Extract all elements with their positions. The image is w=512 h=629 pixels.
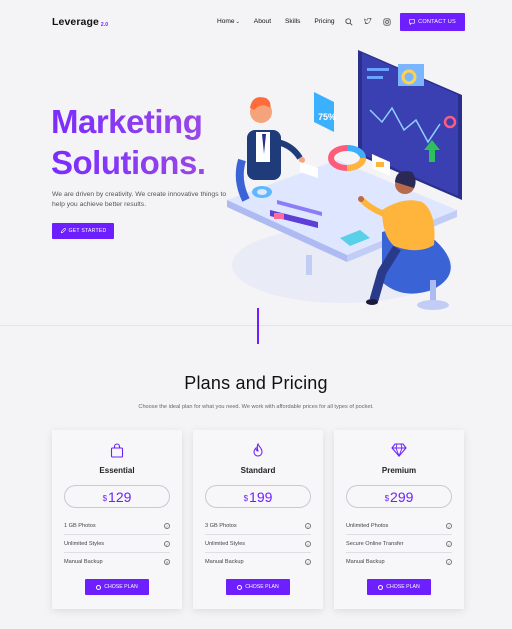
feature-row: Secure Online Transfer ✓ xyxy=(346,535,452,553)
diamond-icon xyxy=(391,443,407,457)
instagram-icon[interactable] xyxy=(382,17,391,26)
price-amount: 129 xyxy=(108,488,132,505)
circle-icon xyxy=(96,584,102,590)
plan-name: Premium xyxy=(381,466,417,475)
circle-icon xyxy=(237,584,243,590)
feature-label: Manual Backup xyxy=(64,559,103,565)
get-started-button[interactable]: GET STARTED xyxy=(52,223,114,239)
pricing-title: Plans and Pricing xyxy=(184,373,328,393)
feature-row: 3 GB Photos ✓ xyxy=(205,517,311,535)
chose-plan-label: CHOSE PLAN xyxy=(245,584,279,590)
search-icon[interactable] xyxy=(344,17,353,26)
hero-description: We are driven by creativity. We create i… xyxy=(52,191,227,208)
check-icon: ✓ xyxy=(164,540,170,547)
nav-item-pricing[interactable]: Pricing xyxy=(314,18,334,25)
price-amount: 299 xyxy=(390,488,414,505)
chose-plan-button[interactable]: CHOSE PLAN xyxy=(85,579,149,595)
brand-logo[interactable]: Leverage 2.0 xyxy=(52,16,108,28)
chevron-down-icon: ⌄ xyxy=(235,19,240,25)
price-tag: $ 299 xyxy=(346,485,452,508)
nav-item-skills[interactable]: Skills xyxy=(285,18,300,25)
check-icon: ✓ xyxy=(164,522,170,529)
twitter-icon[interactable] xyxy=(363,17,372,26)
feature-label: 3 GB Photos xyxy=(205,522,237,529)
feature-label: 1 GB Photos xyxy=(64,522,96,529)
feature-label: Unlimited Photos xyxy=(346,522,389,529)
pricing-card-essential: Essential $ 129 1 GB Photos ✓ Unlimited S… xyxy=(52,430,182,609)
chat-icon xyxy=(409,19,415,25)
chose-plan-label: CHOSE PLAN xyxy=(386,584,420,590)
fire-icon xyxy=(253,443,263,457)
feature-label: Secure Online Transfer xyxy=(346,540,404,547)
feature-row: Unlimited Photos ✓ xyxy=(346,517,452,535)
rocket-icon xyxy=(60,228,66,234)
feature-label: Manual Backup xyxy=(346,559,385,565)
pricing-subtitle: Choose the ideal plan for what you need.… xyxy=(138,404,374,410)
plan-name: Standard xyxy=(240,466,276,475)
hero-title-line1: Marketing xyxy=(51,103,203,140)
check-icon: ✓ xyxy=(305,559,311,565)
price-amount: 199 xyxy=(249,488,273,505)
main-nav: Home⌄ About Skills Pricing xyxy=(217,18,335,25)
hero-title-line2: Solutions. xyxy=(51,144,206,181)
badge-value: 75% xyxy=(318,112,336,122)
nav-item-about[interactable]: About xyxy=(254,18,271,25)
scroll-indicator xyxy=(257,308,259,344)
check-icon: ✓ xyxy=(446,522,452,529)
get-started-label: GET STARTED xyxy=(68,228,107,234)
feature-label: Unlimited Styles xyxy=(64,540,105,547)
plan-name: Essential xyxy=(99,466,135,475)
check-icon: ✓ xyxy=(305,522,311,529)
price-currency: $ xyxy=(243,493,249,503)
price-tag: $ 129 xyxy=(64,485,170,508)
shopping-bag-icon xyxy=(110,443,124,458)
nav-home-label: Home xyxy=(217,18,235,25)
check-icon: ✓ xyxy=(446,559,452,565)
circle-icon xyxy=(378,584,384,590)
feature-label: Unlimited Styles xyxy=(205,540,246,547)
feature-row: Unlimited Styles ✓ xyxy=(64,535,170,553)
feature-row: 1 GB Photos ✓ xyxy=(64,517,170,535)
section-divider xyxy=(0,325,512,326)
price-currency: $ xyxy=(102,493,108,503)
pricing-card-premium: Premium $ 299 Unlimited Photos ✓ Secure O… xyxy=(334,430,464,609)
cross-icon: ✕ xyxy=(164,559,170,565)
feature-row: Manual Backup ✓ xyxy=(346,553,452,571)
contact-us-label: CONTACT US xyxy=(418,19,456,25)
check-icon: ✓ xyxy=(305,540,311,547)
price-tag: $ 199 xyxy=(205,485,311,508)
feature-row: Manual Backup ✓ xyxy=(205,553,311,571)
logo-text: Leverage xyxy=(52,16,99,28)
check-icon: ✓ xyxy=(446,540,452,547)
feature-label: Manual Backup xyxy=(205,559,244,565)
hero-title: Marketing Solutions. xyxy=(51,101,206,183)
price-currency: $ xyxy=(384,493,390,503)
feature-row: Manual Backup ✕ xyxy=(64,553,170,571)
chose-plan-label: CHOSE PLAN xyxy=(104,584,138,590)
site-header: Leverage 2.0 Home⌄ About Skills Pricing C… xyxy=(0,0,512,44)
chose-plan-button[interactable]: CHOSE PLAN xyxy=(226,579,290,595)
feature-row: Unlimited Styles ✓ xyxy=(205,535,311,553)
pricing-card-standard: Standard $ 199 3 GB Photos ✓ Unlimited St… xyxy=(193,430,323,609)
logo-version: 2.0 xyxy=(100,22,109,28)
percentage-badge: 75% xyxy=(314,92,336,132)
marketing-illustration: 75% xyxy=(227,50,462,310)
contact-us-button[interactable]: CONTACT US xyxy=(400,13,465,31)
nav-item-home[interactable]: Home⌄ xyxy=(217,18,240,25)
chose-plan-button[interactable]: CHOSE PLAN xyxy=(367,579,431,595)
